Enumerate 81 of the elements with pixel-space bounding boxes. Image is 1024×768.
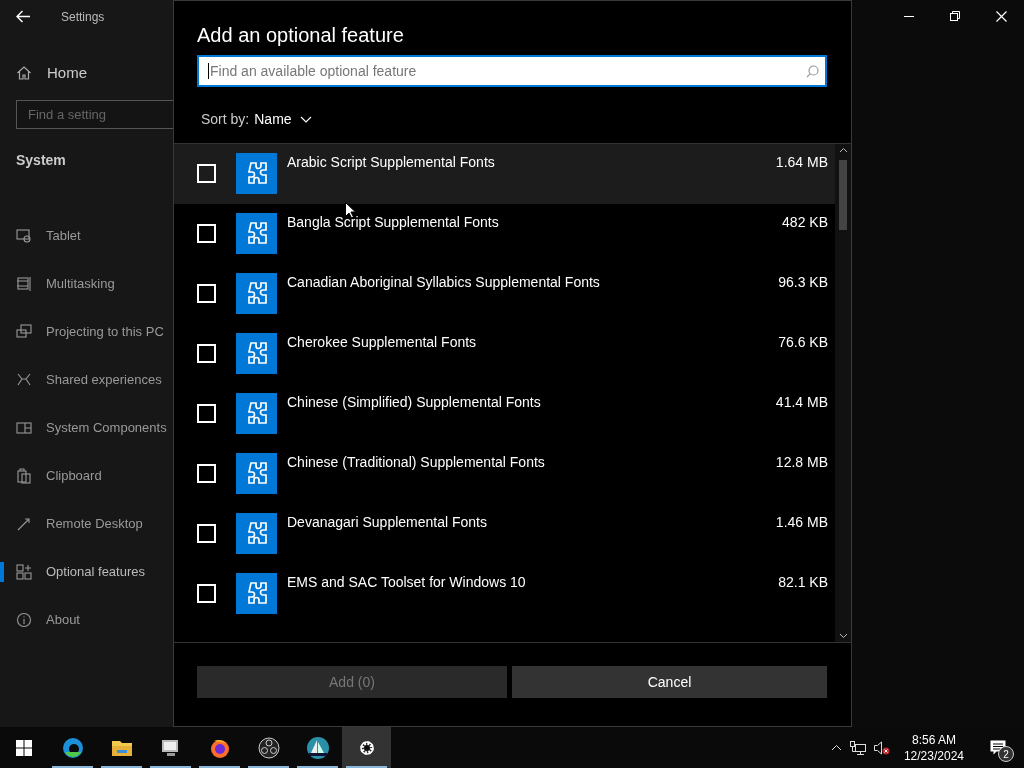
puzzle-piece-icon <box>236 153 277 194</box>
clipboard-icon <box>16 468 32 484</box>
home-item[interactable]: Home <box>16 55 173 91</box>
puzzle-piece-icon <box>236 213 277 254</box>
feature-name: Arabic Script Supplemental Fonts <box>287 153 496 171</box>
notification-button[interactable]: 2 <box>978 727 1018 768</box>
checkbox[interactable] <box>197 284 216 303</box>
feature-size: 1.46 MB <box>775 513 828 531</box>
muted-speaker-icon[interactable] <box>873 740 890 755</box>
browser-icon <box>60 735 85 760</box>
sidebar-item[interactable]: Projecting to this PC <box>46 322 164 342</box>
feature-row[interactable]: Arabic Script Supplemental Fonts 1.64 MB <box>174 144 835 204</box>
feature-name: Chinese (Traditional) Supplemental Fonts <box>287 453 546 471</box>
feature-name: EMS and SAC Toolset for Windows 10 <box>287 573 527 591</box>
checkbox[interactable] <box>197 164 216 183</box>
checkbox[interactable] <box>197 344 216 363</box>
chevron-down-icon <box>299 115 312 123</box>
sailboat-icon <box>305 735 330 760</box>
close-icon <box>995 10 1007 22</box>
info-icon <box>16 612 32 628</box>
puzzle-piece-icon <box>236 333 277 374</box>
projector-screens-icon <box>16 324 32 340</box>
sidebar-item[interactable]: Optional features <box>46 562 145 582</box>
section-heading: System <box>16 151 67 170</box>
feature-size: 76.6 KB <box>778 333 828 351</box>
feature-size: 82.1 KB <box>778 573 828 591</box>
checkbox[interactable] <box>197 524 216 543</box>
feature-size: 41.4 MB <box>775 393 828 411</box>
feature-size: 482 KB <box>782 213 828 231</box>
components-icon <box>16 420 32 436</box>
remote-icon <box>16 516 32 532</box>
sort-label: Sort by: <box>201 109 250 129</box>
windows-logo-icon <box>16 739 32 756</box>
scrollbar[interactable] <box>835 144 851 642</box>
checkbox[interactable] <box>197 584 216 603</box>
taskbar-button[interactable] <box>342 727 391 768</box>
search-icon <box>806 64 819 78</box>
checkbox[interactable] <box>197 404 216 423</box>
puzzle-piece-icon <box>236 393 277 434</box>
scroll-up-icon[interactable] <box>838 147 848 153</box>
window-title: Settings <box>61 8 105 26</box>
puzzle-piece-icon <box>236 573 277 614</box>
grid-plus-icon <box>16 564 32 580</box>
sidebar-item[interactable]: Multitasking <box>46 274 115 294</box>
sidebar-item[interactable]: System Components <box>46 418 167 438</box>
minimize-icon <box>904 15 914 17</box>
scroll-down-icon[interactable] <box>838 633 848 639</box>
feature-size: 12.8 MB <box>775 453 828 471</box>
notification-count: 2 <box>998 746 1014 762</box>
feature-size: 96.3 KB <box>778 273 828 291</box>
sidebar-item[interactable]: Remote Desktop <box>46 514 143 534</box>
search-field[interactable]: Find an available optional feature <box>197 55 827 87</box>
network-icon[interactable] <box>849 740 866 755</box>
checkbox[interactable] <box>197 464 216 483</box>
circle-lens-icon <box>256 735 281 760</box>
feature-name: Chinese (Simplified) Supplemental Fonts <box>287 393 542 411</box>
sidebar-item[interactable]: Tablet <box>46 226 81 246</box>
dialog-title: Add an optional feature <box>197 23 405 48</box>
clock[interactable]: 8:56 AM 12/23/2024 <box>897 731 970 764</box>
feature-name: Devanagari Supplemental Fonts <box>287 513 488 531</box>
feature-size: 1.64 MB <box>775 153 828 171</box>
tablet-icon <box>16 228 32 244</box>
shared-icon <box>16 372 32 388</box>
feature-name: Canadian Aboriginal Syllabics Supplemental Fonts <box>287 273 601 291</box>
checkbox[interactable] <box>197 224 216 243</box>
sort-dropdown[interactable]: Name <box>254 108 312 130</box>
scrollbar-thumb[interactable] <box>839 160 847 230</box>
chevron-up-icon[interactable] <box>830 744 842 751</box>
back-icon[interactable] <box>16 10 31 23</box>
sidebar-item[interactable]: About <box>46 610 80 630</box>
multitask-icon <box>16 276 32 292</box>
cancel-button[interactable]: Cancel <box>512 666 827 698</box>
restore-icon <box>950 11 960 21</box>
sidebar-item[interactable]: Shared experiences <box>46 370 162 390</box>
puzzle-piece-icon <box>236 273 277 314</box>
home-icon <box>16 65 32 81</box>
puzzle-piece-icon <box>236 513 277 554</box>
puzzle-piece-icon <box>236 453 277 494</box>
feature-name: Bangla Script Supplemental Fonts <box>287 213 500 231</box>
sidebar-item[interactable]: Clipboard <box>46 466 102 486</box>
feature-name: Cherokee Supplemental Fonts <box>287 333 478 351</box>
